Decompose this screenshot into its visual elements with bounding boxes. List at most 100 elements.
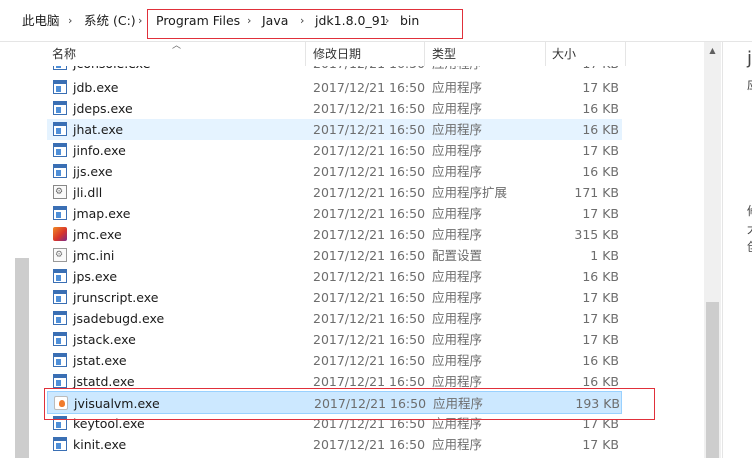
file-date: 2017/12/21 16:50	[313, 80, 426, 95]
file-row[interactable]: jjs.exe 2017/12/21 16:50 应用程序 16 KB	[47, 161, 622, 182]
exe-icon	[53, 206, 67, 220]
nav-pane-scrollbar[interactable]	[15, 258, 29, 458]
file-row[interactable]: jrunscript.exe 2017/12/21 16:50 应用程序 17 KB	[47, 287, 622, 308]
file-name: jps.exe	[73, 269, 118, 284]
file-row[interactable]: jmap.exe 2017/12/21 16:50 应用程序 17 KB	[47, 203, 622, 224]
file-name: jconsole.exe	[73, 66, 150, 74]
file-row[interactable]: jps.exe 2017/12/21 16:50 应用程序 16 KB	[47, 266, 622, 287]
file-row[interactable]: jconsole.exe 2017/12/21 16:50 应用程序 17 KB	[47, 66, 622, 74]
file-name: jdb.exe	[73, 80, 119, 95]
file-row[interactable]: jmc.exe 2017/12/21 16:50 应用程序 315 KB	[47, 224, 622, 245]
file-row[interactable]: kinit.exe 2017/12/21 16:50 应用程序 17 KB	[47, 434, 622, 455]
file-name: jmc.ini	[73, 248, 115, 263]
file-type: 应用程序	[432, 437, 483, 452]
file-name: jinfo.exe	[73, 143, 126, 158]
file-size: 1 KB	[590, 248, 619, 263]
file-size: 16 KB	[582, 353, 619, 368]
file-row[interactable]: jstack.exe 2017/12/21 16:50 应用程序 17 KB	[47, 329, 622, 350]
file-date: 2017/12/21 16:50	[313, 185, 426, 200]
file-name: jhat.exe	[73, 122, 124, 137]
details-created: 创	[747, 238, 752, 255]
file-date: 2017/12/21 16:50	[313, 248, 426, 263]
details-pane: j 应 修 大 创	[722, 42, 752, 458]
file-date: 2017/12/21 16:50	[313, 269, 426, 284]
breadcrumb-system-c[interactable]: 系统 (C:)	[84, 12, 136, 30]
file-type: 应用程序	[432, 122, 483, 137]
column-divider[interactable]	[305, 42, 306, 66]
file-size: 17 KB	[582, 290, 619, 305]
ini-icon	[53, 248, 67, 262]
jmc-icon	[53, 227, 67, 241]
file-name: jmap.exe	[73, 206, 131, 221]
exe-icon	[53, 374, 67, 388]
column-header-name[interactable]: 名称	[52, 42, 76, 66]
file-date: 2017/12/21 16:50	[313, 311, 426, 326]
column-header-date[interactable]: 修改日期	[313, 42, 361, 66]
breadcrumb-this-pc[interactable]: 此电脑	[22, 12, 60, 30]
file-row[interactable]: jdb.exe 2017/12/21 16:50 应用程序 17 KB	[47, 77, 622, 98]
scroll-up-arrow-icon[interactable]: ▲	[704, 42, 721, 59]
details-modified: 修	[747, 202, 752, 219]
file-type: 应用程序	[432, 290, 483, 305]
file-size: 17 KB	[582, 80, 619, 95]
file-size: 17 KB	[582, 311, 619, 326]
file-date: 2017/12/21 16:50	[313, 122, 426, 137]
file-row[interactable]: jli.dll 2017/12/21 16:50 应用程序扩展 171 KB	[47, 182, 622, 203]
file-type: 应用程序	[432, 101, 483, 116]
file-date: 2017/12/21 16:50	[313, 143, 426, 158]
file-size: 171 KB	[574, 185, 619, 200]
file-size: 17 KB	[547, 66, 619, 74]
file-size: 17 KB	[582, 206, 619, 221]
file-type: 应用程序	[432, 66, 482, 74]
file-type: 应用程序	[432, 269, 483, 284]
file-name: kinit.exe	[73, 437, 127, 452]
column-divider[interactable]	[545, 42, 546, 66]
file-row[interactable]: jstat.exe 2017/12/21 16:50 应用程序 16 KB	[47, 350, 622, 371]
chevron-right-icon[interactable]: ›	[138, 12, 142, 30]
file-list-clip: jconsole.exe 2017/12/21 16:50 应用程序 17 KB	[0, 66, 632, 74]
file-name: jmc.exe	[73, 227, 122, 242]
file-name: jstat.exe	[73, 353, 127, 368]
details-title: j	[747, 48, 752, 69]
file-size: 16 KB	[582, 101, 619, 116]
column-header-size[interactable]: 大小	[552, 42, 576, 66]
file-size: 315 KB	[574, 227, 619, 242]
scrollbar-thumb[interactable]	[706, 302, 719, 458]
file-date: 2017/12/21 16:50	[313, 101, 426, 116]
file-row[interactable]: jmc.ini 2017/12/21 16:50 配置设置 1 KB	[47, 245, 622, 266]
file-row[interactable]: jdeps.exe 2017/12/21 16:50 应用程序 16 KB	[47, 98, 622, 119]
file-name: jrunscript.exe	[73, 290, 159, 305]
annotation-box-jvisualvm	[44, 388, 655, 420]
file-row[interactable]: jsadebugd.exe 2017/12/21 16:50 应用程序 17 KB	[47, 308, 622, 329]
exe-icon	[53, 311, 67, 325]
file-name: jjs.exe	[73, 164, 113, 179]
dll-icon	[53, 185, 67, 199]
file-type: 应用程序	[432, 164, 483, 179]
column-header-bar: 名称 修改日期 类型 大小	[0, 42, 632, 66]
file-type: 应用程序	[432, 311, 483, 326]
column-divider[interactable]	[625, 42, 626, 66]
exe-icon	[53, 332, 67, 346]
exe-icon	[53, 290, 67, 304]
file-type: 应用程序	[432, 206, 483, 221]
file-date: 2017/12/21 16:50	[313, 206, 426, 221]
file-size: 17 KB	[582, 332, 619, 347]
file-size: 16 KB	[582, 269, 619, 284]
exe-icon	[53, 80, 67, 94]
file-date: 2017/12/21 16:50	[313, 290, 426, 305]
file-name: jdeps.exe	[73, 101, 133, 116]
file-size: 16 KB	[582, 164, 619, 179]
file-type: 应用程序	[432, 143, 483, 158]
column-header-type[interactable]: 类型	[432, 42, 456, 66]
file-type: 应用程序	[432, 332, 483, 347]
file-row[interactable]: jinfo.exe 2017/12/21 16:50 应用程序 17 KB	[47, 140, 622, 161]
chevron-right-icon[interactable]: ›	[68, 12, 72, 30]
file-date: 2017/12/21 16:50	[313, 332, 426, 347]
file-date: 2017/12/21 16:50	[313, 164, 426, 179]
file-name: jstack.exe	[73, 332, 136, 347]
exe-icon	[53, 143, 67, 157]
details-type: 应	[747, 76, 752, 93]
file-row[interactable]: jhat.exe 2017/12/21 16:50 应用程序 16 KB	[47, 119, 622, 140]
file-type: 应用程序	[432, 80, 483, 95]
column-divider[interactable]	[424, 42, 425, 66]
